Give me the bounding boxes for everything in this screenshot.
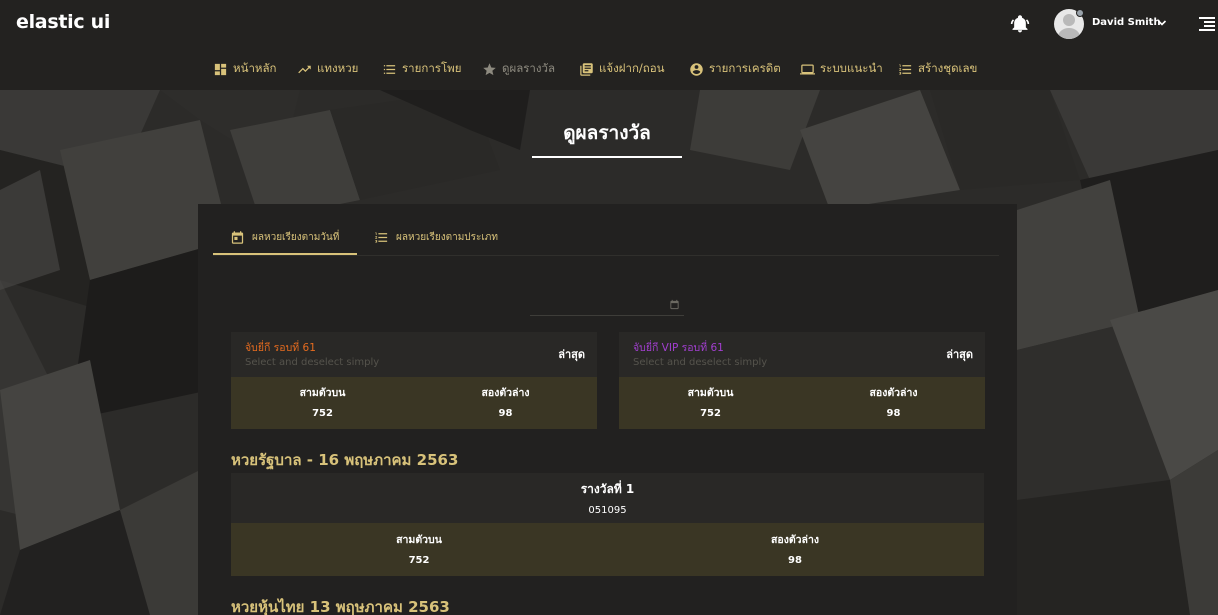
date-picker-field[interactable] xyxy=(530,296,684,318)
round-card-results: สามตัวบน 752 สองตัวล่าง 98 xyxy=(619,377,985,429)
result-col-two-bottom: สองตัวล่าง 98 xyxy=(802,384,985,419)
chevron-down-icon[interactable] xyxy=(1157,18,1167,28)
user-name[interactable]: David Smith xyxy=(1092,17,1161,28)
nav-label: รายการโพย xyxy=(402,61,462,75)
government-results: สามตัวบน 752 สองตัวล่าง 98 xyxy=(231,523,984,576)
prize-label: รางวัลที่ 1 xyxy=(580,482,635,496)
tab-by-type[interactable]: ผลหวยเรียงตามประเภท xyxy=(374,226,498,248)
round-card-yeekee-vip: จับยี่กี VIP รอบที่ 61 Select and desele… xyxy=(619,332,985,429)
result-col-three-top: สามตัวบน 752 xyxy=(231,531,607,566)
dashboard-icon xyxy=(214,63,227,75)
result-col-three-top: สามตัวบน 752 xyxy=(231,384,414,419)
latest-label[interactable]: ล่าสุด xyxy=(558,345,585,363)
notification-bell-icon[interactable] xyxy=(1010,14,1030,34)
tab-label: ผลหวยเรียงตามวันที่ xyxy=(252,231,340,243)
nav-label: ระบบแนะนำ xyxy=(820,61,883,75)
main-nav: หน้าหลัก แทงหวย รายการโพย ดูผลรางวัล แจ้… xyxy=(0,48,1218,90)
nav-item-credit[interactable]: รายการเครดิต xyxy=(689,60,781,78)
result-value: 752 xyxy=(408,555,430,566)
prize-number: 051095 xyxy=(588,505,627,516)
nav-label: รายการเครดิต xyxy=(709,61,781,75)
nav-item-referral[interactable]: ระบบแนะนำ xyxy=(800,60,883,78)
result-value: 752 xyxy=(700,408,721,419)
calendar-icon[interactable] xyxy=(669,299,680,310)
round-card-header: จับยี่กี รอบที่ 61 Select and deselect s… xyxy=(231,332,597,377)
calendar-icon xyxy=(231,230,244,244)
nav-label: แทงหวย xyxy=(317,61,359,75)
round-card-header: จับยี่กี VIP รอบที่ 61 Select and desele… xyxy=(619,332,985,377)
nav-item-deposit-withdraw[interactable]: แจ้งฝาก/ถอน xyxy=(579,60,665,78)
nav-label: สร้างชุดเลข xyxy=(918,61,978,75)
result-label: สองตัวล่าง xyxy=(869,387,918,399)
result-value: 98 xyxy=(498,408,513,419)
latest-label[interactable]: ล่าสุด xyxy=(946,345,973,363)
result-label: สามตัวบน xyxy=(687,387,734,399)
result-value: 98 xyxy=(788,555,802,566)
account-circle-icon xyxy=(690,62,703,76)
government-lottery-title: หวยรัฐบาล - 16 พฤษภาคม 2563 xyxy=(231,451,459,469)
nav-label: แจ้งฝาก/ถอน xyxy=(599,61,665,75)
result-value: 752 xyxy=(312,408,333,419)
first-prize-header: รางวัลที่ 1 051095 xyxy=(231,473,984,523)
round-subtitle: Select and deselect simply xyxy=(633,357,768,368)
nav-item-results[interactable]: ดูผลรางวัล xyxy=(482,60,555,78)
top-header: elastic ui David Smith xyxy=(0,0,1218,48)
result-col-three-top: สามตัวบน 752 xyxy=(619,384,802,419)
nav-item-bet-list[interactable]: รายการโพย xyxy=(382,60,461,78)
trending-up-icon xyxy=(298,65,311,73)
tab-label: ผลหวยเรียงตามประเภท xyxy=(396,231,498,243)
result-label: สามตัวบน xyxy=(299,387,346,399)
date-input[interactable] xyxy=(530,299,684,318)
tab-by-date[interactable]: ผลหวยเรียงตามวันที่ xyxy=(230,226,339,248)
format-list-icon xyxy=(899,64,912,74)
title-underline xyxy=(532,156,682,158)
list-icon xyxy=(383,64,396,74)
result-col-two-bottom: สองตัวล่าง 98 xyxy=(607,531,983,566)
result-label: สองตัวล่าง xyxy=(770,534,819,546)
thai-stock-lottery-title: หวยหุ้นไทย 13 พฤษภาคม 2563 xyxy=(231,598,450,615)
result-value: 98 xyxy=(886,408,901,419)
result-label: สองตัวล่าง xyxy=(481,387,530,399)
list-numbered-icon xyxy=(375,232,388,242)
library-books-icon xyxy=(580,62,593,76)
nav-item-home[interactable]: หน้าหลัก xyxy=(213,60,277,78)
nav-label: หน้าหลัก xyxy=(233,61,277,75)
round-title: จับยี่กี VIP รอบที่ 61 xyxy=(633,342,724,354)
result-label: สามตัวบน xyxy=(396,534,442,546)
tabs-divider xyxy=(213,255,999,256)
nav-label: ดูผลรางวัล xyxy=(502,61,556,75)
brand-logo[interactable]: elastic ui xyxy=(16,11,110,33)
laptop-icon xyxy=(800,64,815,74)
nav-item-bet[interactable]: แทงหวย xyxy=(297,60,358,78)
round-card-yeekee: จับยี่กี รอบที่ 61 Select and deselect s… xyxy=(231,332,597,429)
star-icon xyxy=(483,62,496,75)
result-col-two-bottom: สองตัวล่าง 98 xyxy=(414,384,597,419)
round-subtitle: Select and deselect simply xyxy=(245,357,380,368)
round-card-results: สามตัวบน 752 สองตัวล่าง 98 xyxy=(231,377,597,429)
page-title: ดูผลรางวัล xyxy=(563,122,651,144)
round-title: จับยี่กี รอบที่ 61 xyxy=(245,342,316,354)
nav-item-number-set[interactable]: สร้างชุดเลข xyxy=(898,60,977,78)
menu-toggle-icon[interactable] xyxy=(1199,16,1215,32)
online-status-dot xyxy=(1076,9,1084,17)
